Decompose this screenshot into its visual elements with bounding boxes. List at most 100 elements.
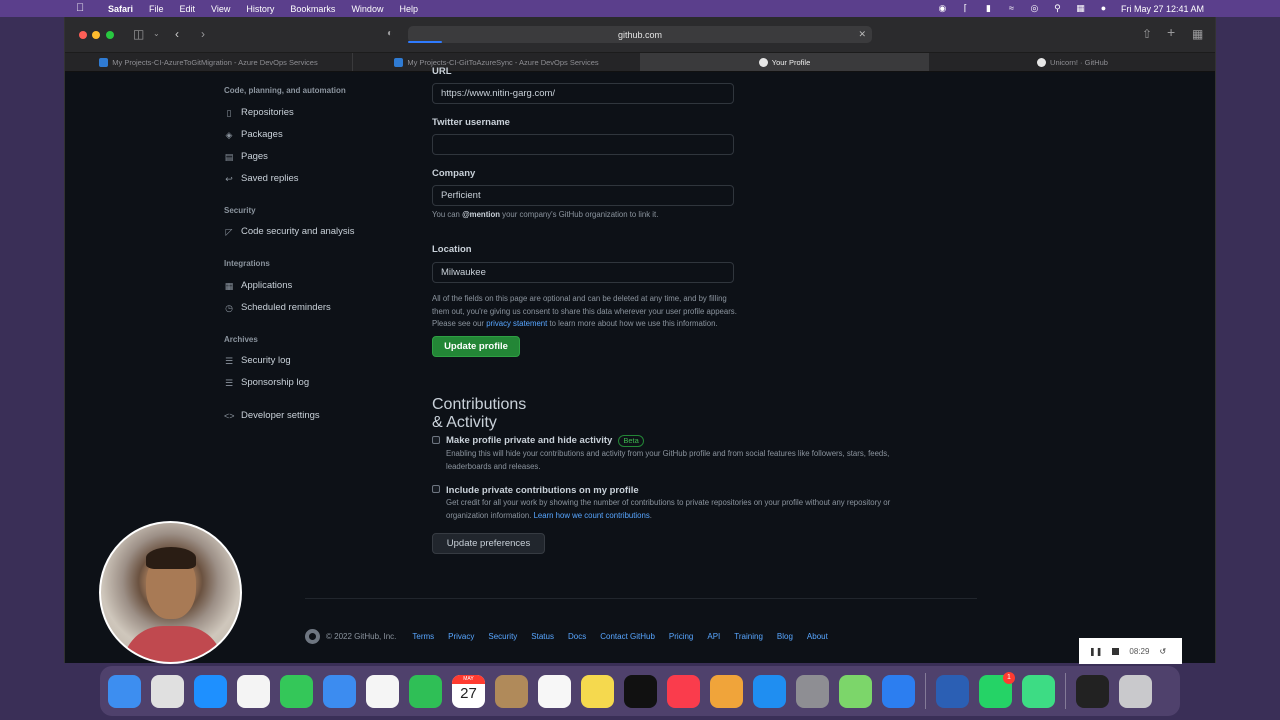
cloud-icon[interactable]: [839, 674, 872, 708]
menu-edit[interactable]: Edit: [172, 4, 204, 14]
address-bar[interactable]: github.com ✕: [408, 26, 872, 43]
include-private-checkbox[interactable]: [432, 485, 440, 493]
photos-icon[interactable]: [366, 674, 399, 708]
footer-link-privacy[interactable]: Privacy: [448, 632, 474, 641]
menu-bookmarks[interactable]: Bookmarks: [282, 4, 343, 14]
footer-link-about[interactable]: About: [807, 632, 828, 641]
menu-view[interactable]: View: [203, 4, 238, 14]
tab-overview-icon[interactable]: ▦: [1192, 27, 1203, 41]
calendar-icon[interactable]: MAY 27: [452, 674, 485, 708]
github-icon: [1037, 57, 1047, 67]
chevron-down-icon[interactable]: ⌄: [153, 29, 160, 38]
restart-recording-icon[interactable]: ↺: [1159, 647, 1166, 656]
siri-icon[interactable]: ●: [1098, 4, 1109, 13]
word-icon[interactable]: [936, 674, 969, 708]
tab-azure-migration[interactable]: My Projects-CI-AzureToGitMigration - Azu…: [65, 53, 353, 71]
forward-button[interactable]: ›: [201, 27, 205, 41]
footer-link-blog[interactable]: Blog: [777, 632, 793, 641]
sidebar-item-applications[interactable]: ▦ Applications: [224, 280, 293, 291]
sidebar-item-scheduled-reminders[interactable]: ◷ Scheduled reminders: [224, 302, 331, 313]
update-preferences-button[interactable]: Update preferences: [432, 533, 545, 554]
sidebar-item-saved-replies[interactable]: ↩ Saved replies: [224, 173, 298, 184]
pages-icon[interactable]: [710, 674, 743, 708]
music-icon[interactable]: [667, 674, 700, 708]
include-private-label[interactable]: Include private contributions on my prof…: [446, 485, 639, 496]
system-preferences-icon[interactable]: [796, 674, 829, 708]
mail-icon[interactable]: [323, 674, 356, 708]
tab-your-profile[interactable]: Your Profile: [641, 53, 929, 71]
wifi-icon[interactable]: ≈: [1006, 4, 1017, 13]
footer-link-contact[interactable]: Contact GitHub: [600, 632, 655, 641]
control-center-icon[interactable]: ▦: [1075, 4, 1086, 13]
sidebar-item-pages[interactable]: ▤ Pages: [224, 151, 268, 162]
robot-status-icon[interactable]: ◉: [937, 4, 948, 13]
notes-icon[interactable]: [581, 674, 614, 708]
private-profile-label[interactable]: Make profile private and hide activity Be…: [446, 435, 644, 447]
spotlight-search-icon[interactable]: ⚲: [1052, 4, 1063, 13]
apps-icon: ▦: [224, 280, 234, 291]
update-profile-button[interactable]: Update profile: [432, 336, 520, 357]
sidebar-item-security-log[interactable]: ☰ Security log: [224, 355, 291, 366]
zoom-window-button[interactable]: [106, 31, 114, 39]
facetime-icon[interactable]: [409, 674, 442, 708]
new-tab-button[interactable]: +: [1167, 24, 1175, 40]
contacts-icon[interactable]: [495, 674, 528, 708]
footer-link-training[interactable]: Training: [734, 632, 763, 641]
menu-history[interactable]: History: [238, 4, 282, 14]
minimize-window-button[interactable]: [92, 31, 100, 39]
footer-link-terms[interactable]: Terms: [412, 632, 434, 641]
menu-app-name[interactable]: Safari: [100, 4, 141, 14]
user-status-icon[interactable]: ◎: [1029, 4, 1040, 13]
twitter-field[interactable]: [432, 134, 734, 155]
sidebar-item-developer-settings[interactable]: <> Developer settings: [224, 410, 320, 421]
private-profile-checkbox[interactable]: [432, 436, 440, 444]
back-button[interactable]: ‹: [175, 27, 179, 41]
github-mark-icon[interactable]: [305, 629, 320, 644]
privacy-statement-link[interactable]: privacy statement: [486, 319, 547, 328]
messages-icon[interactable]: [280, 674, 313, 708]
calendar-day: 27: [460, 684, 477, 702]
menu-file[interactable]: File: [141, 4, 172, 14]
apple-icon[interactable]: : [76, 2, 84, 14]
menu-window[interactable]: Window: [343, 4, 391, 14]
count-contributions-link[interactable]: Learn how we count contributions: [534, 511, 650, 520]
pause-recording-icon[interactable]: ❚❚: [1089, 647, 1102, 656]
footer-link-pricing[interactable]: Pricing: [669, 632, 693, 641]
footer-link-status[interactable]: Status: [531, 632, 554, 641]
finder-icon[interactable]: [108, 674, 141, 708]
safari-icon[interactable]: [194, 674, 227, 708]
android-icon[interactable]: [1022, 674, 1055, 708]
trash-icon[interactable]: [1119, 674, 1152, 708]
menu-clock[interactable]: Fri May 27 12:41 AM: [1121, 4, 1204, 14]
tab-unicorn[interactable]: Unicorn! · GitHub: [929, 53, 1215, 71]
menu-help[interactable]: Help: [391, 4, 426, 14]
whatsapp-icon[interactable]: 1: [979, 671, 1015, 708]
footer-link-docs[interactable]: Docs: [568, 632, 586, 641]
stop-recording-icon[interactable]: [1112, 647, 1120, 655]
chrome-icon[interactable]: [237, 674, 270, 708]
sidebar-toggle-icon[interactable]: ◫: [133, 27, 144, 41]
sidebar-item-code-security[interactable]: ◸ Code security and analysis: [224, 226, 355, 237]
sidebar-item-packages[interactable]: ◈ Packages: [224, 129, 283, 140]
url-field[interactable]: https://www.nitin-garg.com/: [432, 83, 734, 104]
company-field[interactable]: Perficient: [432, 185, 734, 206]
share-icon[interactable]: ⇧: [1142, 27, 1152, 41]
activity-monitor-icon[interactable]: [1076, 674, 1109, 708]
xcode-icon[interactable]: [882, 674, 915, 708]
location-field[interactable]: Milwaukee: [432, 262, 734, 283]
app-store-icon[interactable]: [753, 674, 786, 708]
close-window-button[interactable]: [79, 31, 87, 39]
fork-status-icon[interactable]: ⌈: [960, 4, 971, 13]
stop-loading-icon[interactable]: ✕: [858, 29, 866, 40]
battery-icon[interactable]: ▮: [983, 4, 994, 13]
privacy-shield-icon[interactable]: ◐: [387, 28, 393, 39]
tab-azure-sync[interactable]: My Projects-CI-GitToAzureSync - Azure De…: [353, 53, 641, 71]
footer-link-security[interactable]: Security: [488, 632, 517, 641]
reminders-icon[interactable]: [538, 674, 571, 708]
sidebar-item-sponsorship-log[interactable]: ☰ Sponsorship log: [224, 377, 309, 388]
sidebar-item-label: Applications: [241, 280, 293, 291]
sidebar-item-repositories[interactable]: ▯ Repositories: [224, 107, 294, 118]
footer-link-api[interactable]: API: [707, 632, 720, 641]
launchpad-icon[interactable]: [151, 674, 184, 708]
apple-tv-icon[interactable]: [624, 674, 657, 708]
